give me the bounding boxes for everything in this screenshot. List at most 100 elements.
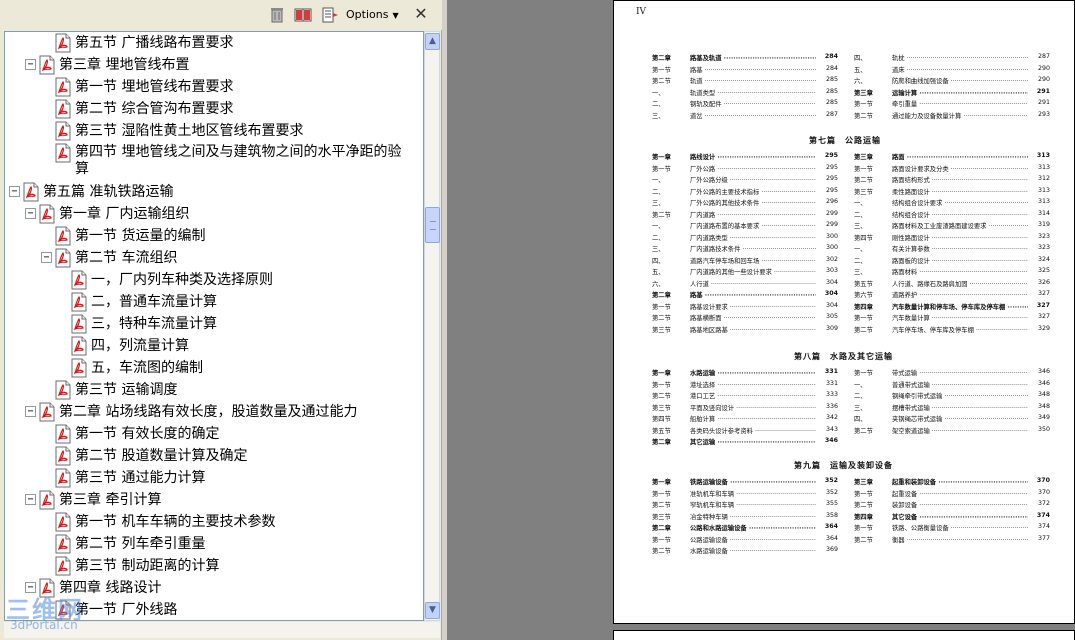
toc-page-number: 346 (824, 437, 838, 444)
bookmark-item[interactable]: none四，列流量计算 (57, 335, 189, 357)
toc-page-number: 313 (1037, 163, 1050, 171)
bookmark-item[interactable]: none第三节 湿陷性黄土地区管线布置要求 (41, 120, 303, 142)
toc-section-number: 第四节 (854, 234, 873, 242)
toc-entry: 第二节 衡器 377 (854, 535, 1050, 545)
toc-entry: 第二节 窄轨机车和车辆 355 (652, 500, 838, 510)
toc-section-number: 五、 (652, 269, 665, 276)
bookmark-item[interactable]: none第一节 埋地管线布置要求 (41, 76, 233, 98)
options-menu-button[interactable]: Options ▼ (346, 6, 399, 24)
pdf-bookmark-icon (54, 534, 72, 554)
bookmark-item[interactable]: none第二节 列车牵引重量 (41, 533, 205, 555)
toc-entry: 二、 厂内道路类型 300 (652, 233, 838, 243)
toc-section-number: 三、 (854, 269, 867, 276)
bookmark-label: 第三节 制动距离的计算 (75, 558, 220, 574)
bookmark-item[interactable]: none第四节 埋地管线之间及与建筑物之间的水平净距的验算 (41, 142, 415, 178)
collapse-toggle-icon[interactable]: − (25, 208, 36, 219)
pdf-bookmark-icon (38, 204, 56, 224)
toc-title: 其它运输 (690, 437, 816, 447)
toc-entry: 一、 普通带式运输 346 (854, 380, 1050, 390)
next-page-edge (613, 630, 1075, 640)
document-page: IV 第二章路基及轨道284第一节路基284第二节轨道285一、轨道类型285二… (613, 0, 1075, 624)
scroll-down-arrow-icon[interactable]: ▼ (425, 602, 440, 619)
bookmark-label: 第三节 湿陷性黄土地区管线布置要求 (75, 123, 304, 139)
toc-page-number: 284 (825, 64, 838, 72)
toc-page-number: 329 (1037, 324, 1050, 332)
toc-title: 窄轨机车和车辆 (690, 500, 816, 510)
bookmark-label: 三，特种车流量计算 (91, 316, 217, 332)
collapse-toggle-icon[interactable]: − (25, 406, 36, 417)
bookmark-item[interactable]: none第三节 运输调度 (41, 379, 177, 401)
toc-entry: 第二节 港口工艺 333 (652, 391, 838, 401)
close-icon[interactable]: ✕ (412, 5, 430, 23)
toc-title: 水路运输 (690, 368, 816, 378)
toc-page-number: 303 (825, 267, 838, 274)
collapse-toggle-icon[interactable]: − (9, 186, 20, 197)
pdf-bookmark-icon (54, 33, 72, 53)
toc-page-number: 348 (1037, 402, 1050, 410)
toc-page-number: 374 (1037, 523, 1050, 530)
bookmark-label: 第二节 车流组织 (75, 250, 178, 266)
toc-page-number: 331 (825, 379, 838, 387)
toc-page-number: 327 (1036, 301, 1050, 309)
collapse-toggle-icon[interactable]: − (41, 252, 52, 263)
toc-page-number: 299 (825, 209, 838, 217)
bookmark-item[interactable]: − 第一章 厂内运输组织 (25, 203, 189, 225)
bookmark-item[interactable]: none第五节 广播线路布置要求 (41, 32, 233, 54)
bookmark-item[interactable]: none第三节 制动距离的计算 (41, 555, 219, 577)
toc-title: 厂外公路 (690, 164, 816, 174)
toc-page-number: 364 (824, 523, 838, 530)
bookmark-item[interactable]: none一，厂内列车种类及选择原则 (57, 269, 273, 291)
toc-section-number: 第三节 (652, 404, 671, 412)
toc-title: 路基及轨道 (690, 53, 816, 63)
bookmark-item[interactable]: none第一节 机车车辆的主要技术参数 (41, 511, 275, 533)
bookmark-book-icon[interactable] (294, 6, 312, 24)
toc-title: 路面 (892, 152, 1028, 162)
bookmark-item[interactable]: − 第二章 站场线路有效长度，股道数量及通过能力 (25, 401, 357, 423)
bookmark-properties-icon[interactable] (321, 6, 339, 24)
toc-page-number: 336 (825, 402, 838, 410)
toc-page-number: 291 (1037, 99, 1050, 106)
document-view[interactable]: IV 第二章路基及轨道284第一节路基284第二节轨道285一、轨道类型285二… (448, 0, 1075, 640)
bookmark-item[interactable]: − 第二节 车流组织 (41, 247, 177, 269)
pdf-bookmark-icon (38, 55, 56, 75)
toc-entry: 第三章 运输计算 291 (854, 88, 1050, 98)
bookmark-item[interactable]: none二，普通车流量计算 (57, 291, 217, 313)
scroll-up-arrow-icon[interactable]: ▲ (425, 33, 440, 50)
bookmark-item[interactable]: none第二节 股道数量计算及确定 (41, 445, 247, 467)
toc-entry: 二、 钢绳牵引带式运输 348 (854, 391, 1050, 401)
toc-section-number: 第一节 (854, 101, 873, 108)
toc-entry: 第五节 各类码头设计参考资料 343 (652, 426, 838, 436)
bookmark-label: 第二节 综合管沟布置要求 (75, 101, 234, 117)
bookmark-label: 第二节 股道数量计算及确定 (75, 448, 248, 464)
toc-section-number: 第二节 (854, 112, 873, 120)
bookmark-item[interactable]: − 第三章 牵引计算 (25, 489, 161, 511)
toc-title: 路面设计要求及分类 (892, 164, 1028, 174)
toc-section-number: 第二节 (652, 78, 671, 85)
bookmark-item[interactable]: none五，车流图的编制 (57, 357, 203, 379)
bookmark-item[interactable]: none第一节 有效长度的确定 (41, 423, 219, 445)
toc-section-number: 一、 (652, 223, 665, 230)
toc-section-number: 第二章 (652, 292, 671, 299)
bookmark-item[interactable]: none第三节 通过能力计算 (41, 467, 205, 489)
bookmark-item[interactable]: − 第五篇 准轨铁路运输 (9, 181, 173, 203)
toc-title: 路面结构形式 (892, 175, 1028, 185)
pdf-bookmark-icon (70, 314, 88, 334)
toc-page-number: 372 (1037, 500, 1050, 507)
toc-entry: 第二章 路基 304 (652, 290, 838, 300)
pdf-bookmark-icon (22, 182, 40, 202)
toc-title: 夹钢绳芯带式运输 (892, 414, 1028, 424)
toc-section-number: 五、 (854, 66, 867, 74)
vertical-scrollbar[interactable]: ▲ ▼ (424, 31, 440, 621)
toc-title: 道路养护 (892, 290, 1028, 300)
trash-icon[interactable] (268, 6, 286, 24)
collapse-toggle-icon[interactable]: − (25, 59, 36, 70)
scrollbar-thumb[interactable] (425, 207, 440, 243)
bookmark-item[interactable]: none第一节 货运量的编制 (41, 225, 205, 247)
bookmark-item[interactable]: none三，特种车流量计算 (57, 313, 217, 335)
bookmark-label: 第二节 列车牵引重量 (75, 536, 206, 552)
bookmark-item[interactable]: − 第三章 埋地管线布置 (25, 54, 189, 76)
bookmark-item[interactable]: none第二节 综合管沟布置要求 (41, 98, 233, 120)
pdf-bookmark-icon (54, 468, 72, 488)
collapse-toggle-icon[interactable]: − (25, 494, 36, 505)
toc-title: 普通带式运输 (892, 380, 1028, 390)
